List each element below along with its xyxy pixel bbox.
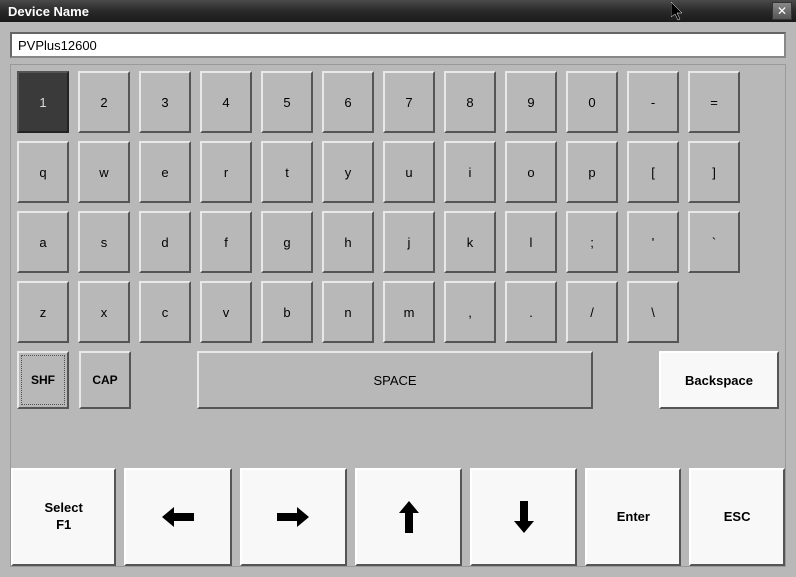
key-capslock[interactable]: CAP [79,351,131,409]
key-2[interactable]: 2 [78,71,130,133]
key-v[interactable]: v [200,281,252,343]
keyboard-row-5: SHF CAP SPACE Backspace [17,351,779,409]
close-button[interactable]: ✕ [772,2,792,20]
key-6[interactable]: 6 [322,71,374,133]
key-f[interactable]: f [200,211,252,273]
key-5[interactable]: 5 [261,71,313,133]
key-backspace[interactable]: Backspace [659,351,779,409]
key-3[interactable]: 3 [139,71,191,133]
key-q[interactable]: q [17,141,69,203]
key-1[interactable]: 1 [17,71,69,133]
key-8[interactable]: 8 [444,71,496,133]
device-name-input[interactable] [10,32,786,58]
key-c[interactable]: c [139,281,191,343]
key-z[interactable]: z [17,281,69,343]
key-l[interactable]: l [505,211,557,273]
key-e[interactable]: e [139,141,191,203]
key-4[interactable]: 4 [200,71,252,133]
key-equals[interactable]: = [688,71,740,133]
key-select-f1[interactable]: Select F1 [11,468,116,566]
arrow-down-icon [512,499,536,535]
keyboard-row-3: a s d f g h j k l ; ' ` [17,211,779,273]
key-p[interactable]: p [566,141,618,203]
content: 1 2 3 4 5 6 7 8 9 0 - = q w e r [0,22,796,577]
key-space[interactable]: SPACE [197,351,593,409]
key-9[interactable]: 9 [505,71,557,133]
key-bracket-open[interactable]: [ [627,141,679,203]
window: Device Name ✕ 1 2 3 4 5 6 7 8 9 0 - [0,0,796,577]
key-n[interactable]: n [322,281,374,343]
select-label: Select [45,500,83,517]
key-semicolon[interactable]: ; [566,211,618,273]
key-arrow-left[interactable] [124,468,231,566]
titlebar: Device Name ✕ [0,0,796,22]
key-i[interactable]: i [444,141,496,203]
window-title: Device Name [4,4,89,19]
f1-label: F1 [56,517,71,534]
keyboard-row-1: 1 2 3 4 5 6 7 8 9 0 - = [17,71,779,133]
key-7[interactable]: 7 [383,71,435,133]
key-backtick[interactable]: ` [688,211,740,273]
key-period[interactable]: . [505,281,557,343]
key-h[interactable]: h [322,211,374,273]
keyboard-row-2: q w e r t y u i o p [ ] [17,141,779,203]
key-0[interactable]: 0 [566,71,618,133]
key-j[interactable]: j [383,211,435,273]
key-esc[interactable]: ESC [689,468,785,566]
key-x[interactable]: x [78,281,130,343]
key-quote[interactable]: ' [627,211,679,273]
key-arrow-up[interactable] [355,468,462,566]
keyboard-row-6: Select F1 Enter ESC [11,468,785,566]
key-a[interactable]: a [17,211,69,273]
key-enter[interactable]: Enter [585,468,681,566]
key-m[interactable]: m [383,281,435,343]
keyboard-row-4: z x c v b n m , . / \ [17,281,779,343]
keyboard-panel: 1 2 3 4 5 6 7 8 9 0 - = q w e r [10,64,786,567]
key-s[interactable]: s [78,211,130,273]
key-slash[interactable]: / [566,281,618,343]
key-comma[interactable]: , [444,281,496,343]
key-backslash[interactable]: \ [627,281,679,343]
key-bracket-close[interactable]: ] [688,141,740,203]
key-arrow-right[interactable] [240,468,347,566]
key-w[interactable]: w [78,141,130,203]
key-k[interactable]: k [444,211,496,273]
key-u[interactable]: u [383,141,435,203]
key-d[interactable]: d [139,211,191,273]
arrow-left-icon [160,505,196,529]
key-t[interactable]: t [261,141,313,203]
key-dash[interactable]: - [627,71,679,133]
close-icon: ✕ [777,4,787,18]
key-y[interactable]: y [322,141,374,203]
key-arrow-down[interactable] [470,468,577,566]
key-shift[interactable]: SHF [17,351,69,409]
arrow-right-icon [275,505,311,529]
key-b[interactable]: b [261,281,313,343]
key-g[interactable]: g [261,211,313,273]
key-r[interactable]: r [200,141,252,203]
arrow-up-icon [397,499,421,535]
key-o[interactable]: o [505,141,557,203]
